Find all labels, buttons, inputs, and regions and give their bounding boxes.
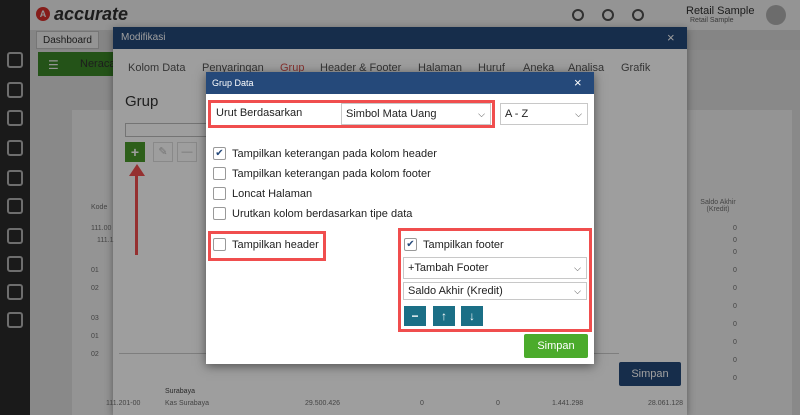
sort-field-select[interactable]: Simbol Mata Uang ⌵ [341,103,491,125]
option-label: Tampilkan keterangan pada kolom header [232,148,437,160]
report-col-saldo: Saldo Akhir (Kredit) [700,199,736,213]
report-zero: 0 [733,321,737,328]
report-code: 02 [91,285,99,292]
checkbox-checked[interactable]: ✔ [404,238,417,251]
report-row-value: 0 [420,400,424,407]
report-code: 111.1 [97,237,114,244]
report-row-value: 28.061.128 [648,400,684,407]
save-button[interactable]: Simpan [524,334,588,358]
report-code: 111.00 [91,225,112,232]
chevron-down-icon: ⌵ [574,263,581,273]
checkbox-unchecked[interactable] [213,207,226,220]
sort-field-value: Simbol Mata Uang [346,108,437,120]
report-zero: 0 [733,339,737,346]
footer-field-select[interactable]: Saldo Akhir (Kredit) ⌵ [403,282,587,300]
chevron-down-icon: ⌵ [574,286,581,296]
report-zero: 0 [733,267,737,274]
report-row-value: 29.500.426 [305,400,341,407]
report-row-value: 1.441.298 [552,400,584,407]
report-zero: 0 [733,303,737,310]
report-zero: 0 [733,357,737,364]
sort-order-value: A - Z [505,108,529,120]
option-label: Urutkan kolom berdasarkan tipe data [232,208,413,220]
option-label: Loncat Halaman [232,188,313,200]
checkbox-unchecked[interactable] [213,238,226,251]
add-footer-value: +Tambah Footer [408,262,489,274]
report-zero: 0 [733,249,737,256]
add-footer-select[interactable]: +Tambah Footer ⌵ [403,257,587,279]
sort-order-select[interactable]: A - Z ⌵ [500,103,588,125]
report-zero: 0 [733,237,737,244]
report-code: 01 [91,267,99,274]
footer-field-value: Saldo Akhir (Kredit) [408,285,503,297]
option-label: Tampilkan keterangan pada kolom footer [232,168,431,180]
report-row-value: 0 [496,400,500,407]
option-label: Tampilkan footer [423,239,504,251]
grup-data-title: Grup Data [212,78,254,88]
report-row-name: Kas Surabaya [165,400,209,407]
report-zero: 0 [733,285,737,292]
report-code: 03 [91,315,99,322]
option-label: Tampilkan header [232,239,319,251]
report-row-code: 111.201-00 [106,400,141,407]
move-up-button[interactable]: ↑ [433,306,455,326]
checkbox-unchecked[interactable] [213,167,226,180]
close-icon[interactable]: × [574,75,582,90]
chevron-down-icon: ⌵ [478,109,485,119]
sort-label: Urut Berdasarkan [212,103,340,125]
checkbox-unchecked[interactable] [213,187,226,200]
checkbox-checked[interactable]: ✔ [213,147,226,160]
grup-data-header: Grup Data × [206,72,594,94]
report-zero: 0 [733,375,737,382]
chevron-down-icon: ⌵ [575,109,582,119]
report-code: 02 [91,351,99,358]
report-col-kode: Kode [91,204,108,211]
grup-data-dialog: Grup Data × Urut Berdasarkan Simbol Mata… [206,72,594,364]
report-code: 01 [91,333,99,340]
move-down-button[interactable]: ↓ [461,306,483,326]
remove-footer-button[interactable]: − [404,306,426,326]
report-zero: 0 [733,225,737,232]
